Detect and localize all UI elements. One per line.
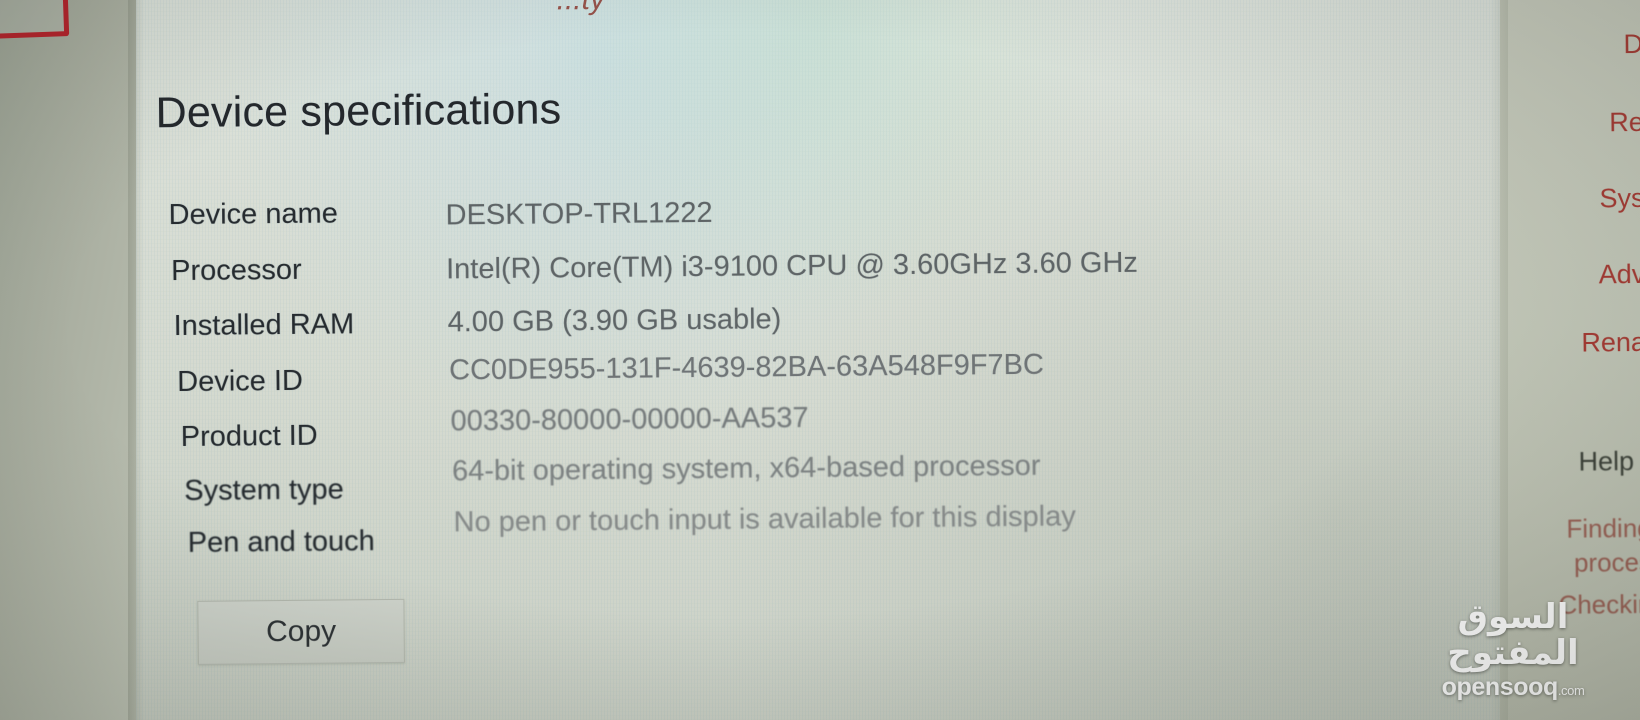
copy-button[interactable]: Copy	[197, 598, 405, 665]
spec-value-pen-and-touch: No pen or touch input is available for t…	[453, 500, 1076, 539]
related-link-rename-pc[interactable]: Rena	[1581, 327, 1640, 359]
related-link-system-info[interactable]: Sys	[1599, 183, 1640, 214]
spec-label-device-name: Device name	[168, 197, 338, 232]
spec-value-installed-ram: 4.00 GB (3.90 GB usable)	[447, 303, 782, 339]
spec-label-product-id: Product ID	[180, 419, 318, 453]
related-heading-partial: D	[1623, 28, 1640, 60]
spec-label-system-type: System type	[184, 473, 344, 507]
related-link-advanced-settings[interactable]: Adv	[1599, 259, 1640, 290]
spec-value-device-name: DESKTOP-TRL1222	[445, 196, 713, 232]
spec-value-device-id: CC0DE955-131F-4639-82BA-63A548F9F7BC	[448, 348, 1045, 387]
copy-button-label: Copy	[265, 614, 337, 649]
help-link-checking[interactable]: Checkin	[1558, 589, 1640, 621]
help-link-finding[interactable]: Finding	[1566, 513, 1640, 545]
cut-off-heading-text: ...ty	[556, 0, 605, 17]
spec-value-system-type: 64-bit operating system, x64-based proce…	[451, 449, 1041, 488]
page-title: Device specifications	[155, 85, 562, 138]
help-link-processor[interactable]: proces	[1574, 547, 1640, 579]
spec-label-processor: Processor	[170, 253, 302, 288]
related-link-registry[interactable]: Re	[1609, 107, 1640, 138]
spec-label-pen-and-touch: Pen and touch	[187, 525, 375, 559]
photographed-screen: ...ty Device specifications Device name …	[0, 0, 1640, 720]
spec-label-device-id: Device ID	[177, 364, 304, 399]
red-marker-box	[0, 0, 70, 40]
spec-label-installed-ram: Installed RAM	[173, 308, 355, 343]
help-section-heading: Help f	[1578, 446, 1640, 477]
spec-value-processor: Intel(R) Core(TM) i3-9100 CPU @ 3.60GHz …	[445, 246, 1139, 286]
spec-value-product-id: 00330-80000-00000-AA537	[450, 401, 809, 438]
